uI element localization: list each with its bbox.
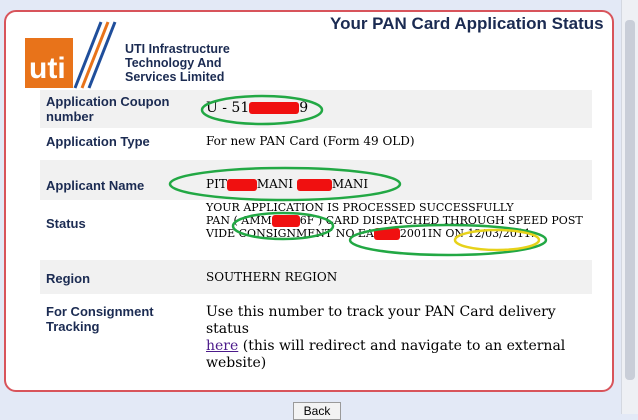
tracking-label: For Consignment Tracking — [46, 304, 154, 334]
row-status: Status YOUR APPLICATION IS PROCESSED SUC… — [40, 200, 592, 250]
page-title: Your PAN Card Application Status — [330, 14, 604, 33]
redaction — [226, 178, 257, 191]
type-value: For new PAN Card (Form 49 OLD) — [206, 134, 415, 148]
company-name: UTI Infrastructure Technology And Servic… — [125, 42, 230, 84]
svg-text:uti: uti — [29, 52, 66, 85]
applicant-value: PIT MANI MANI — [206, 177, 369, 191]
coupon-value: U - 51 9 — [206, 100, 309, 116]
uti-logo: uti — [25, 21, 117, 89]
type-label: Application Type — [46, 134, 150, 149]
status-label: Status — [46, 216, 86, 231]
scrollbar-thumb[interactable] — [625, 20, 635, 380]
redaction — [373, 228, 400, 240]
row-tracking: For Consignment Tracking Use this number… — [40, 300, 592, 371]
vertical-scrollbar[interactable] — [621, 0, 638, 414]
row-coupon: Application Coupon number U - 51 9 — [40, 90, 592, 128]
redaction — [249, 102, 300, 114]
dispatch-date: 12/03/2011 — [467, 227, 531, 240]
row-type: Application Type For new PAN Card (Form … — [40, 128, 592, 156]
row-applicant: Applicant Name PIT MANI MANI — [40, 160, 592, 200]
redaction — [296, 178, 332, 191]
applicant-label: Applicant Name — [46, 178, 145, 193]
coupon-label: Application Coupon number — [46, 94, 170, 124]
row-region: Region SOUTHERN REGION — [40, 260, 592, 294]
region-label: Region — [46, 271, 91, 286]
region-value: SOUTHERN REGION — [206, 270, 338, 284]
back-button[interactable]: Back — [293, 402, 341, 420]
tracking-value: Use this number to track your PAN Card d… — [206, 304, 566, 371]
redaction — [271, 215, 300, 227]
tracking-link[interactable]: here — [206, 338, 238, 354]
status-value: YOUR APPLICATION IS PROCESSED SUCCESSFUL… — [206, 201, 583, 240]
